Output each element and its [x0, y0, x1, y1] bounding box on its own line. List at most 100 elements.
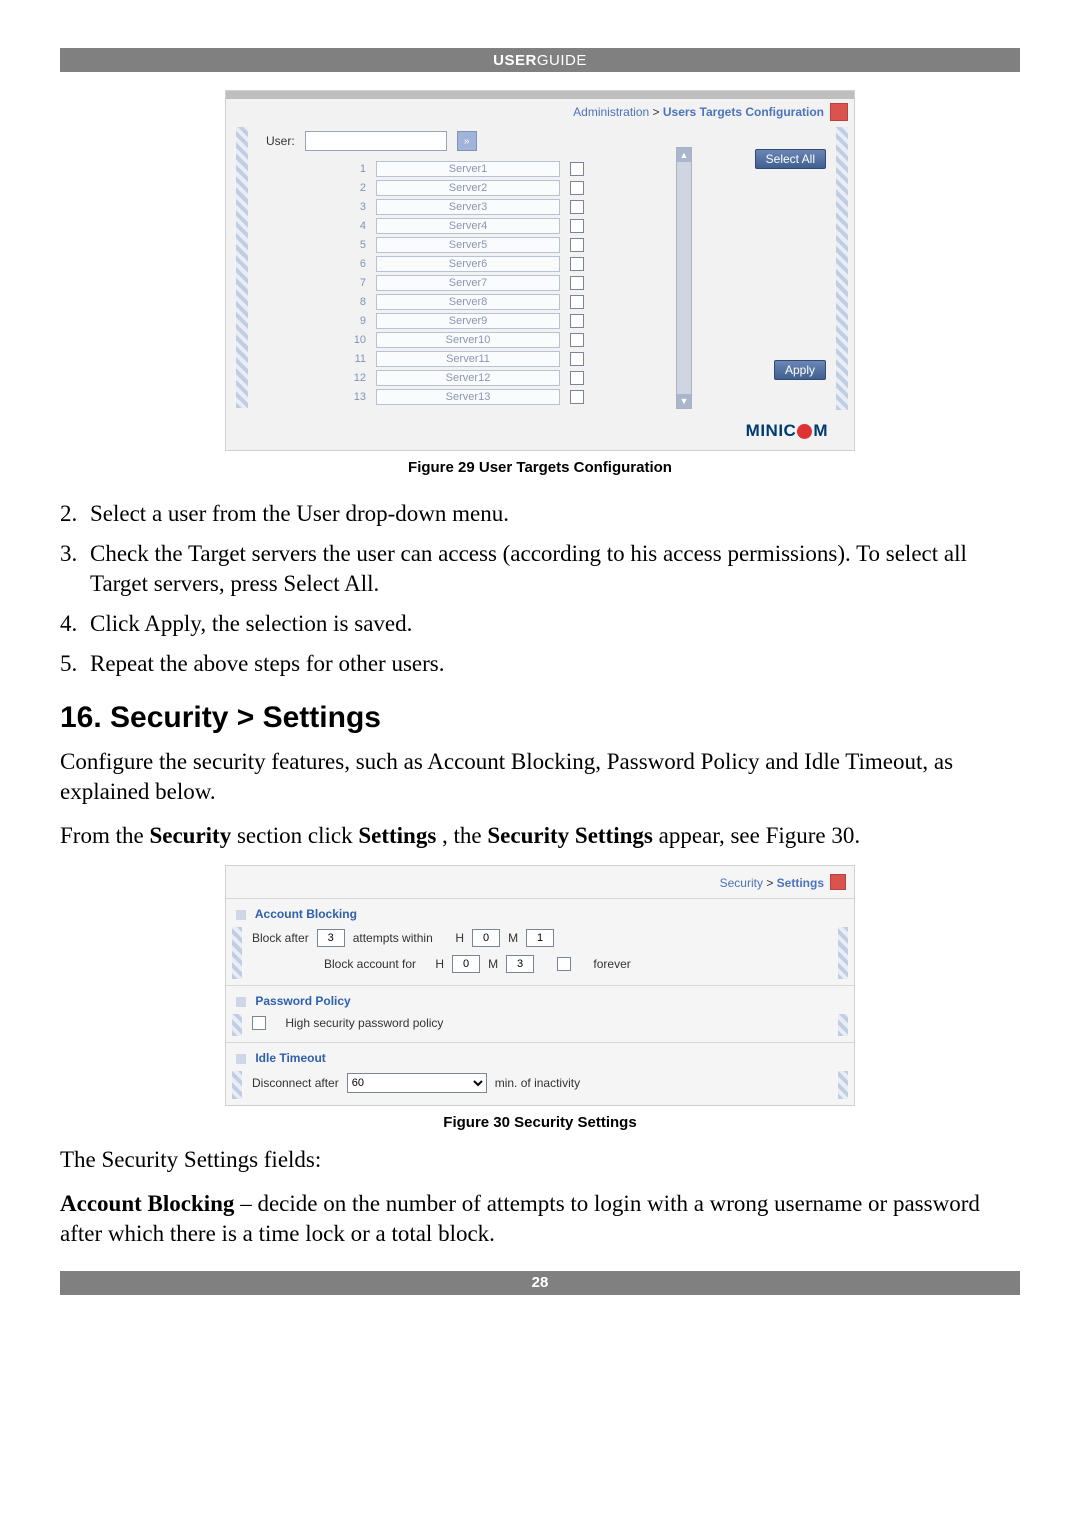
forever-checkbox[interactable] [557, 957, 571, 971]
server-access-checkbox[interactable] [570, 314, 584, 328]
server-access-checkbox[interactable] [570, 371, 584, 385]
p2-b1: Security [149, 823, 231, 848]
breadcrumb-sep: > [653, 105, 663, 119]
forever-label: forever [593, 957, 630, 971]
block-after-input[interactable] [317, 929, 345, 947]
server-row: 4 Server4 [344, 218, 584, 234]
help-icon[interactable] [830, 103, 848, 121]
server-access-checkbox[interactable] [570, 295, 584, 309]
server-name-field[interactable]: Server3 [376, 199, 560, 215]
attempts-minutes-input[interactable] [526, 929, 554, 947]
p2-b3: Security Settings [487, 823, 652, 848]
bullet-icon [236, 1054, 246, 1064]
server-name-field[interactable]: Server4 [376, 218, 560, 234]
server-row-number: 5 [344, 239, 366, 251]
server-name-field[interactable]: Server10 [376, 332, 560, 348]
step-2-text: Select a user from the User drop-down me… [90, 499, 509, 529]
server-name-field[interactable]: Server8 [376, 294, 560, 310]
p2-m1: section click [237, 823, 358, 848]
server-name-field[interactable]: Server1 [376, 161, 560, 177]
server-access-checkbox[interactable] [570, 390, 584, 404]
server-row-number: 11 [344, 353, 366, 365]
server-access-checkbox[interactable] [570, 181, 584, 195]
m1-label: M [508, 931, 518, 945]
ornament-left [232, 1014, 242, 1036]
step-5-text: Repeat the above steps for other users. [90, 649, 444, 679]
step-3-num: 3. [60, 539, 90, 599]
server-row-number: 8 [344, 296, 366, 308]
attempts-hours-input[interactable] [472, 929, 500, 947]
select-all-button[interactable]: Select All [755, 149, 826, 169]
idle-timeout-title: Idle Timeout [255, 1051, 325, 1065]
server-access-checkbox[interactable] [570, 238, 584, 252]
disconnect-after-label: Disconnect after [252, 1076, 339, 1090]
fig29-left-ornament [236, 127, 248, 408]
server-name-field[interactable]: Server7 [376, 275, 560, 291]
go-button[interactable]: » [457, 131, 477, 151]
password-policy-section: Password Policy High security password p… [226, 985, 854, 1042]
scroll-up-icon[interactable]: ▲ [677, 148, 691, 162]
server-row-number: 4 [344, 220, 366, 232]
block-minutes-input[interactable] [506, 955, 534, 973]
server-access-checkbox[interactable] [570, 219, 584, 233]
breadcrumb-page: Users Targets Configuration [663, 105, 824, 119]
breadcrumb-page: Settings [777, 876, 824, 890]
attempts-within-label: attempts within [353, 931, 433, 945]
server-row-number: 6 [344, 258, 366, 270]
scroll-down-icon[interactable]: ▼ [677, 394, 691, 408]
account-blocking-title: Account Blocking [255, 907, 357, 921]
fig29-right-ornament [836, 127, 848, 410]
header-left: USER [493, 52, 537, 69]
steps-list: 2. Select a user from the User drop-down… [60, 499, 1020, 678]
security-settings-fields-intro: The Security Settings fields: [60, 1145, 1020, 1175]
server-access-checkbox[interactable] [570, 257, 584, 271]
server-access-checkbox[interactable] [570, 276, 584, 290]
block-hours-input[interactable] [452, 955, 480, 973]
server-name-field[interactable]: Server12 [376, 370, 560, 386]
fig30-breadcrumb: Security > Settings [226, 866, 854, 898]
server-access-checkbox[interactable] [570, 333, 584, 347]
figure30-caption: Figure 30 Security Settings [60, 1114, 1020, 1131]
fig30-app-window: Security > Settings Account Blocking Blo… [225, 865, 855, 1106]
server-row: 3Server3 [344, 199, 584, 215]
server-access-checkbox[interactable] [570, 352, 584, 366]
server-name-field[interactable]: Server5 [376, 237, 560, 253]
server-name-field[interactable]: Server11 [376, 351, 560, 367]
server-row-number: 13 [344, 391, 366, 403]
scrollbar[interactable]: ▲ ▼ [676, 147, 692, 409]
server-row-number: 10 [344, 334, 366, 346]
server-access-checkbox[interactable] [570, 200, 584, 214]
breadcrumb-sep: > [766, 876, 776, 890]
page-number: 28 [532, 1274, 549, 1291]
server-name-field[interactable]: Server2 [376, 180, 560, 196]
ornament-left [232, 1071, 242, 1099]
server-row: 7Server7 [344, 275, 584, 291]
server-name-field[interactable]: Server6 [376, 256, 560, 272]
breadcrumb-section[interactable]: Security [720, 876, 763, 890]
server-access-checkbox[interactable] [570, 162, 584, 176]
server-name-field[interactable]: Server13 [376, 389, 560, 405]
server-row: 10 Server10 [344, 332, 584, 348]
p2-b2: Settings [358, 823, 436, 848]
high-security-label: High security password policy [285, 1016, 443, 1030]
server-row-number: 2 [344, 182, 366, 194]
high-security-checkbox[interactable] [252, 1016, 266, 1030]
server-name-field[interactable]: Server9 [376, 313, 560, 329]
server-list: 1Server12Server23Server34Server45Server5… [344, 161, 584, 405]
disconnect-after-select[interactable]: 60 [347, 1073, 487, 1093]
help-icon[interactable] [830, 874, 846, 890]
server-row: 6 Server6 [344, 256, 584, 272]
block-after-label: Block after [252, 931, 309, 945]
block-account-for-label: Block account for [324, 957, 416, 971]
breadcrumb-section[interactable]: Administration [573, 105, 649, 119]
minicom-o-icon [797, 424, 812, 439]
page-header-bar: USER GUIDE [60, 48, 1020, 72]
min-of-inactivity-label: min. of inactivity [495, 1076, 580, 1090]
page-footer-bar: 28 [60, 1271, 1020, 1295]
ornament-right [838, 1014, 848, 1036]
ornament-right [838, 927, 848, 979]
user-dropdown[interactable] [305, 131, 447, 151]
apply-button[interactable]: Apply [774, 360, 826, 380]
step-2-num: 2. [60, 499, 90, 529]
idle-timeout-section: Idle Timeout Disconnect after 60 min. of… [226, 1042, 854, 1105]
